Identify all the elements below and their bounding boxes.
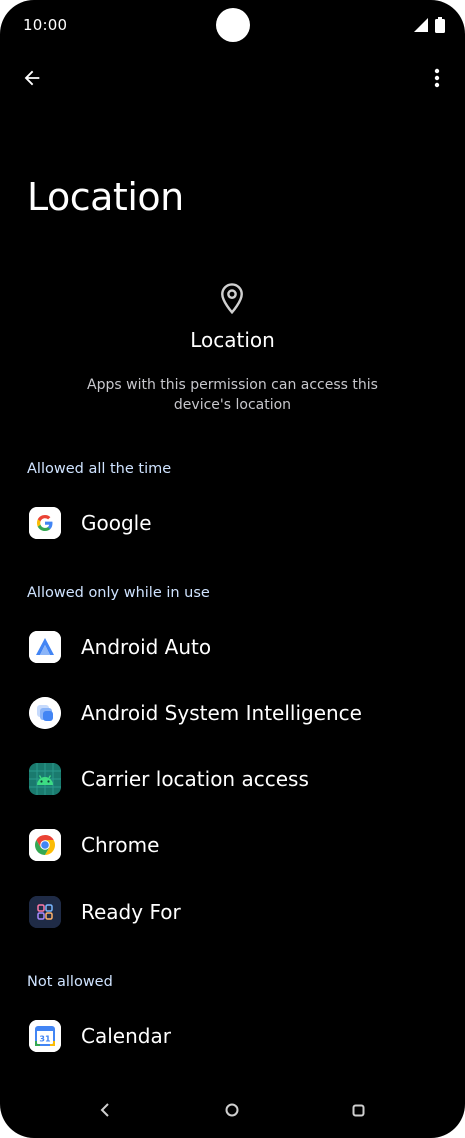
app-row-chrome[interactable]: Chrome	[0, 815, 465, 875]
battery-icon	[435, 17, 445, 33]
android-system-intelligence-icon	[29, 697, 61, 729]
app-label: Android System Intelligence	[81, 701, 362, 725]
app-row-ready-for[interactable]: Ready For	[0, 882, 465, 942]
app-row-google[interactable]: Google	[0, 493, 465, 553]
nav-home-button[interactable]	[218, 1096, 246, 1124]
app-label: Google	[81, 511, 152, 535]
more-options-button[interactable]	[419, 60, 455, 96]
app-label: Ready For	[81, 900, 181, 924]
nav-recents-button[interactable]	[344, 1096, 372, 1124]
status-bar: 10:00	[0, 0, 465, 50]
nav-recents-icon	[352, 1104, 364, 1116]
status-icons	[413, 17, 445, 33]
location-pin-icon	[221, 283, 243, 315]
nav-back-icon	[100, 1103, 109, 1117]
permission-title: Location	[190, 328, 275, 352]
nav-home-icon	[225, 1103, 239, 1117]
android-robot-icon	[29, 763, 61, 795]
arrow-back-icon	[24, 70, 40, 86]
app-label: Chrome	[81, 833, 160, 857]
app-row-android-system-intelligence[interactable]: Android System Intelligence	[0, 683, 465, 743]
status-time: 10:00	[23, 16, 68, 34]
app-label: Carrier location access	[81, 767, 309, 791]
calendar-day-number: 31	[39, 1035, 51, 1044]
app-row-carrier-location-access[interactable]: Carrier location access	[0, 749, 465, 809]
page-title: Location	[27, 175, 184, 219]
signal-icon	[414, 18, 428, 32]
camera-cutout	[216, 8, 250, 42]
app-row-calendar[interactable]: 31 Calendar	[0, 1006, 465, 1066]
app-row-android-auto[interactable]: Android Auto	[0, 617, 465, 677]
section-header-allowed-all-time: Allowed all the time	[27, 461, 172, 477]
back-button[interactable]	[14, 60, 50, 96]
android-auto-icon	[29, 631, 61, 663]
calendar-icon: 31	[29, 1020, 61, 1052]
ready-for-icon	[29, 896, 61, 928]
section-header-not-allowed: Not allowed	[27, 974, 113, 990]
chrome-icon	[29, 829, 61, 861]
app-label: Calendar	[81, 1024, 171, 1048]
permission-description: Apps with this permission can access thi…	[87, 377, 378, 413]
navigation-bar	[0, 1082, 465, 1138]
nav-back-button[interactable]	[91, 1096, 119, 1124]
more-vert-icon	[434, 68, 440, 88]
phone-screen: 10:00 Location Location Apps with this p…	[0, 0, 465, 1138]
google-icon	[29, 507, 61, 539]
section-header-allowed-while-in-use: Allowed only while in use	[27, 585, 210, 601]
app-label: Android Auto	[81, 635, 212, 659]
